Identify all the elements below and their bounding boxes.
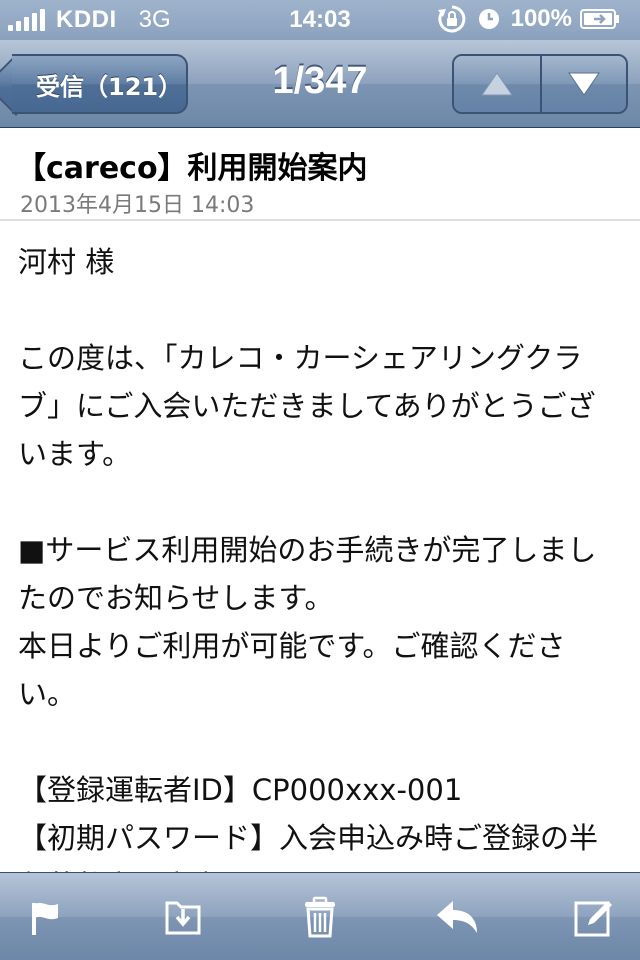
body-line: 本日よりご利用が可能です。ご確認くださ	[18, 629, 566, 663]
body-blank-line	[18, 286, 624, 334]
compose-button[interactable]	[570, 893, 618, 941]
signal-icon	[8, 9, 48, 31]
status-time: 14:03	[289, 6, 351, 33]
mail-subject: 【careco】利用開始案内	[16, 151, 368, 186]
body-line: たのでお知らせします。	[18, 581, 334, 615]
reply-button[interactable]	[433, 893, 481, 941]
network-type: 3G	[138, 6, 171, 33]
mail-body: 河村 様 この度は、「カレコ・カーシェアリングクラ ブ」にご入会いただきましてあ…	[18, 238, 624, 910]
mail-header: 【careco】利用開始案内 2013年4月15日 14:03	[0, 129, 640, 221]
body-line: 【登録運転者ID】CP000xxx-001	[18, 773, 463, 807]
down-arrow-icon	[568, 72, 600, 96]
compose-icon	[574, 900, 612, 936]
back-button-label: 受信（121）	[36, 72, 183, 101]
bottom-toolbar	[0, 872, 640, 960]
body-line: 【初期パスワード】入会申込み時ご登録の半	[18, 821, 599, 855]
flag-icon	[32, 902, 58, 935]
body-line: 河村 様	[18, 245, 115, 279]
trash-icon	[305, 896, 335, 937]
body-line: ブ」にご入会いただきましてありがとうござ	[18, 389, 596, 423]
rotation-lock-icon	[437, 5, 465, 33]
flag-button[interactable]	[22, 893, 70, 941]
delete-button[interactable]	[296, 893, 344, 941]
battery-icon	[580, 9, 619, 29]
alarm-icon	[478, 9, 499, 29]
carrier-name: KDDI	[56, 6, 117, 33]
reply-icon	[437, 900, 477, 933]
status-bar: KDDI 3G 14:03 100%	[0, 0, 640, 40]
move-button[interactable]	[159, 893, 207, 941]
next-message-button[interactable]	[540, 56, 626, 112]
battery-percent: 100%	[510, 5, 572, 32]
body-line: います。	[18, 437, 132, 471]
message-position-title: 1/347	[272, 60, 368, 102]
navigation-bar: 受信（121） 1/347	[0, 40, 640, 128]
prev-next-control	[452, 54, 628, 114]
up-arrow-icon	[481, 72, 513, 96]
previous-message-button[interactable]	[454, 56, 540, 112]
back-to-inbox-button[interactable]: 受信（121）	[12, 54, 188, 114]
move-icon	[165, 901, 201, 934]
body-line: この度は、「カレコ・カーシェアリングクラ	[18, 341, 583, 375]
body-line: い。	[18, 677, 77, 711]
body-line: ■サービス利用開始のお手続きが完了しまし	[18, 533, 597, 567]
mail-date: 2013年4月15日 14:03	[20, 193, 255, 218]
body-blank-line	[18, 718, 624, 766]
body-blank-line	[18, 478, 624, 526]
